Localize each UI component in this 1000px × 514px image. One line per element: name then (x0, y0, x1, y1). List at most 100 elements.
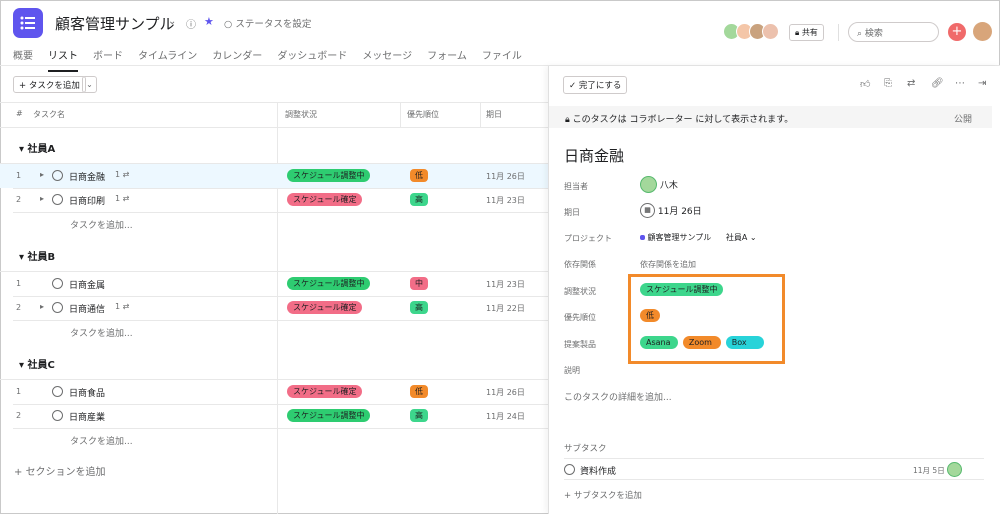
column-header-priority[interactable]: 優先順位 (407, 109, 439, 120)
due-date-field[interactable]: ▦ 11月 26日 (640, 203, 702, 218)
section-select[interactable]: 社員A ⌄ (726, 233, 757, 242)
subtask-count[interactable]: 1 ⇄ (115, 302, 129, 311)
project-field[interactable]: 顧客管理サンプル 社員A ⌄ (640, 232, 757, 243)
assignee-field[interactable]: 八木 (640, 176, 678, 193)
status-tag[interactable]: スケジュール確定 (287, 193, 363, 206)
task-name[interactable]: 日商印刷 (69, 194, 105, 207)
complete-check-icon[interactable] (52, 194, 63, 205)
tab-6[interactable]: メッセージ (362, 47, 412, 72)
table-row[interactable]: 1 日商金属 スケジュール調整中 中 11月 23日 (0, 272, 548, 296)
due-date[interactable]: 11月 26日 (486, 171, 525, 182)
due-date[interactable]: 11月 23日 (486, 279, 525, 290)
tab-4[interactable]: カレンダー (212, 47, 262, 72)
project-list-icon[interactable] (13, 8, 43, 38)
priority-tag[interactable]: 高 (410, 193, 428, 206)
row-number: 2 (16, 411, 22, 420)
priority-tag[interactable]: 低 (410, 385, 428, 398)
search-input[interactable]: ⌕ 検索 (848, 22, 939, 42)
section-header[interactable]: ▾ 社員A (19, 140, 55, 155)
add-task-row[interactable]: タスクを追加... (70, 434, 133, 447)
task-name[interactable]: 日商食品 (69, 386, 105, 399)
status-tag[interactable]: スケジュール調整中 (287, 169, 371, 182)
collapse-icon[interactable]: ▾ (19, 360, 28, 371)
more-icon[interactable]: ⋯ (955, 78, 965, 89)
mark-complete-button[interactable]: ✓ 完了にする (563, 76, 628, 94)
add-task-row[interactable]: タスクを追加... (70, 326, 133, 339)
subtask-icon: ⇄ (122, 170, 130, 179)
star-icon[interactable]: ★ (204, 15, 214, 28)
tab-7[interactable]: フォーム (427, 47, 467, 72)
task-title[interactable]: 日商金融 (564, 145, 624, 166)
share-button[interactable]: 🔒︎ 共有 (789, 24, 824, 41)
status-tag[interactable]: スケジュール確定 (287, 385, 363, 398)
column-header-adjust[interactable]: 調整状況 (285, 109, 317, 120)
table-row[interactable]: 2 日商産業 スケジュール調整中 高 11月 24日 (0, 404, 548, 428)
collapse-icon[interactable]: ▾ (19, 144, 28, 155)
complete-check-icon[interactable] (52, 170, 63, 181)
subtask-count[interactable]: 1 ⇄ (115, 170, 129, 179)
table-row[interactable]: 2 ▸ 日商印刷 1 ⇄ スケジュール確定 高 11月 23日 (0, 188, 548, 212)
tab-3[interactable]: タイムライン (138, 47, 197, 72)
task-name[interactable]: 日商金属 (69, 278, 105, 291)
complete-check-icon[interactable] (52, 302, 63, 313)
table-row[interactable]: 1 ▸ 日商金融 1 ⇄ スケジュール調整中 低 11月 26日 (0, 164, 548, 188)
subtask-check-icon[interactable] (564, 464, 575, 475)
column-header-name[interactable]: タスク名 (33, 109, 65, 120)
member-avatars[interactable] (723, 23, 779, 40)
make-public-button[interactable]: 公開 (954, 112, 972, 125)
status-tag[interactable]: スケジュール確定 (287, 301, 363, 314)
quick-add-button[interactable]: + (948, 23, 966, 41)
add-task-dropdown[interactable]: ⌄ (82, 76, 97, 93)
attachment-icon[interactable]: ⎘ (884, 78, 892, 89)
priority-tag[interactable]: 高 (410, 409, 428, 422)
project-title[interactable]: 顧客管理サンプル (55, 13, 175, 34)
add-task-row[interactable]: タスクを追加... (70, 218, 133, 231)
add-task-button[interactable]: + タスクを追加 (13, 76, 86, 93)
priority-tag[interactable]: 低 (410, 169, 428, 182)
task-name[interactable]: 日商金融 (69, 170, 105, 183)
task-name[interactable]: 日商産業 (69, 410, 105, 423)
subtask-icon[interactable]: ⇄ (907, 78, 915, 89)
complete-check-icon[interactable] (52, 278, 63, 289)
expand-icon[interactable]: ▸ (40, 194, 44, 203)
due-date[interactable]: 11月 22日 (486, 303, 525, 314)
task-name[interactable]: 日商通信 (69, 302, 105, 315)
column-header-due[interactable]: 期日 (486, 109, 502, 120)
like-icon[interactable]: 👍︎ (860, 78, 870, 90)
subtask-row[interactable]: 資料作成 11月 5日 (564, 458, 984, 480)
user-avatar[interactable] (973, 22, 992, 41)
due-date[interactable]: 11月 24日 (486, 411, 525, 422)
add-section-button[interactable]: + セクションを追加 (14, 463, 106, 478)
priority-tag[interactable]: 高 (410, 301, 428, 314)
add-dependency-button[interactable]: 依存関係を追加 (640, 259, 696, 270)
adjust-label: 調整状況 (564, 287, 596, 296)
add-subtask-button[interactable]: + サブタスクを追加 (564, 489, 642, 501)
table-row[interactable]: 2 ▸ 日商通信 1 ⇄ スケジュール確定 高 11月 22日 (0, 296, 548, 320)
tab-0[interactable]: 概要 (13, 47, 33, 72)
complete-check-icon[interactable] (52, 386, 63, 397)
section-header[interactable]: ▾ 社員B (19, 248, 55, 263)
status-tag[interactable]: スケジュール調整中 (287, 277, 371, 290)
table-row[interactable]: 1 日商食品 スケジュール確定 低 11月 26日 (0, 380, 548, 404)
tab-8[interactable]: ファイル (482, 47, 522, 72)
priority-tag[interactable]: 中 (410, 277, 428, 290)
due-date[interactable]: 11月 26日 (486, 387, 525, 398)
tab-2[interactable]: ボード (93, 47, 123, 72)
tab-1[interactable]: リスト (48, 47, 78, 72)
complete-check-icon[interactable] (52, 410, 63, 421)
expand-icon[interactable]: ▸ (40, 170, 44, 179)
tab-5[interactable]: ダッシュボード (277, 47, 347, 72)
expand-icon[interactable]: ▸ (40, 302, 44, 311)
collapse-icon[interactable]: ▾ (19, 252, 28, 263)
close-panel-icon[interactable]: ⇥ (978, 78, 986, 89)
description-input[interactable]: このタスクの詳細を追加... (564, 390, 672, 403)
status-tag[interactable]: スケジュール調整中 (287, 409, 371, 422)
link-icon[interactable]: 🔗︎ (931, 78, 944, 89)
due-date[interactable]: 11月 23日 (486, 195, 525, 206)
subtask-count[interactable]: 1 ⇄ (115, 194, 129, 203)
section-header[interactable]: ▾ 社員C (19, 356, 55, 371)
highlight-box (628, 274, 785, 364)
set-status-button[interactable]: ○ ステータスを設定 (224, 16, 311, 30)
info-icon[interactable]: ⓘ (186, 16, 196, 31)
chevron-down-icon[interactable]: ⌄ (168, 16, 176, 27)
